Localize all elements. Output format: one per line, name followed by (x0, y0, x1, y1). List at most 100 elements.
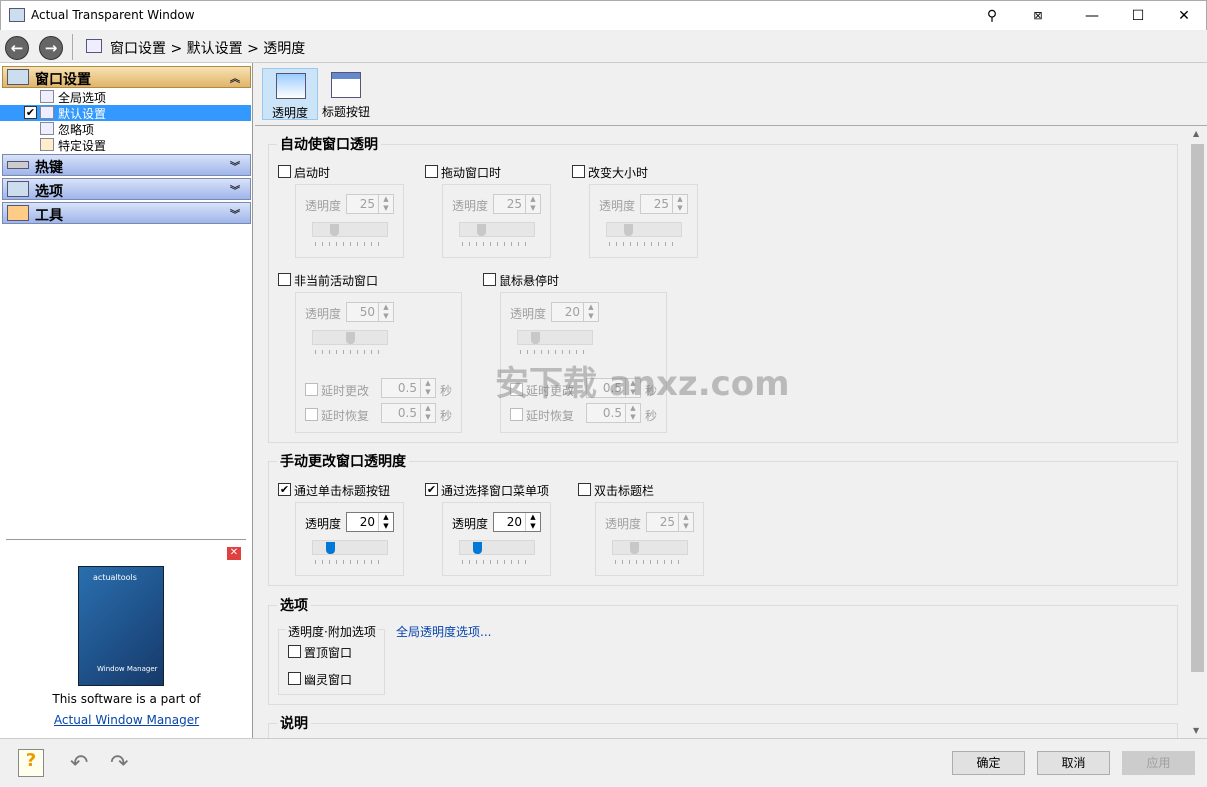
slider-thumb[interactable] (630, 542, 639, 554)
forward-button[interactable]: → (39, 36, 63, 60)
tree-item-default-settings[interactable]: ✔ 默认设置 (0, 105, 251, 121)
auto-4-label: 鼠标悬停时 (499, 274, 560, 288)
undo-icon[interactable]: ↶ (70, 751, 88, 776)
stay-on-top-icon[interactable]: ⊠ (1015, 1, 1061, 31)
transparency-slider[interactable] (312, 222, 388, 237)
slider-ticks (315, 560, 385, 564)
transparency-slider[interactable] (606, 222, 682, 237)
tree-item-global-options[interactable]: 全局选项 (0, 89, 251, 105)
transparency-slider[interactable] (459, 540, 535, 555)
transparency-spinner[interactable]: 25 ▲ ▼ (640, 194, 688, 214)
chevron-down-icon[interactable]: ︾ (230, 158, 240, 173)
slider-thumb[interactable] (477, 224, 486, 236)
spin-arrows-icon[interactable]: ▲ ▼ (525, 195, 540, 213)
minimize-button[interactable]: — (1069, 1, 1115, 31)
tab-transparency[interactable]: 透明度 (262, 68, 318, 120)
seconds-unit: 秒 (645, 409, 658, 423)
tree-item-specific-settings[interactable]: 特定设置 (0, 137, 251, 153)
slider-thumb[interactable] (624, 224, 633, 236)
manual-1-checkbox[interactable]: ✔ (425, 483, 438, 496)
cancel-button[interactable]: 取消 (1037, 751, 1110, 775)
scroll-down-arrow[interactable]: ▼ (1193, 726, 1199, 735)
auto-2-checkbox[interactable] (572, 165, 585, 178)
promo-link[interactable]: Actual Window Manager (0, 713, 253, 727)
delay_restore-spinner[interactable]: 0.5 ▲ ▼ (586, 403, 641, 423)
ok-button[interactable]: 确定 (952, 751, 1025, 775)
redo-icon[interactable]: ↷ (110, 751, 128, 776)
transparency-spinner[interactable]: 25 ▲ ▼ (493, 194, 541, 214)
vertical-scrollbar[interactable]: ▲ ▼ (1189, 126, 1206, 738)
transparency-spinner[interactable]: 20 ▲ ▼ (346, 512, 394, 532)
transparency-slider[interactable] (459, 222, 535, 237)
close-promo-icon[interactable]: ✕ (227, 547, 241, 560)
section-label: 热键 (35, 160, 63, 176)
delay_restore-checkbox[interactable] (510, 408, 523, 421)
slider-thumb[interactable] (531, 332, 540, 344)
spin-arrows-icon[interactable]: ▲ ▼ (420, 379, 435, 397)
auto-3-checkbox[interactable] (278, 273, 291, 286)
spin-value: 20 (359, 515, 375, 529)
chevron-down-icon[interactable]: ︾ (230, 182, 240, 197)
spin-value: 0.5 (397, 381, 417, 395)
auto-0-checkbox[interactable] (278, 165, 291, 178)
group-title: 自动使窗口透明 (277, 134, 381, 154)
spin-arrows-icon[interactable]: ▲ ▼ (378, 513, 393, 531)
box-title: Window Manager (97, 665, 158, 673)
pin-icon[interactable]: ⚲ (969, 1, 1015, 31)
ghost-window-checkbox[interactable] (288, 672, 301, 685)
spin-arrows-icon[interactable]: ▲ ▼ (583, 303, 598, 321)
transparency-slider[interactable] (312, 330, 388, 345)
delay_restore-checkbox[interactable] (305, 408, 318, 421)
default-settings-checkbox[interactable]: ✔ (24, 106, 37, 119)
scroll-up-arrow[interactable]: ▲ (1193, 129, 1199, 138)
topmost-window-checkbox[interactable] (288, 645, 301, 658)
section-hotkeys[interactable]: 热键 ︾ (2, 154, 251, 176)
help-icon[interactable]: ? (18, 749, 44, 777)
transparency-label: 透明度 (305, 307, 342, 321)
spin-arrows-icon[interactable]: ▲ ▼ (672, 195, 687, 213)
transparency-spinner[interactable]: 50 ▲ ▼ (346, 302, 394, 322)
section-tools[interactable]: 工具 ︾ (2, 202, 251, 224)
apply-button[interactable]: 应用 (1122, 751, 1195, 775)
chevron-down-icon[interactable]: ︾ (230, 206, 240, 221)
transparency-slider[interactable] (517, 330, 593, 345)
transparency-spinner[interactable]: 20 ▲ ▼ (493, 512, 541, 532)
delay_restore-label: 延时恢复 (526, 409, 575, 423)
auto-4-checkbox[interactable] (483, 273, 496, 286)
slider-thumb[interactable] (326, 542, 335, 554)
delay_change-checkbox[interactable] (305, 383, 318, 396)
back-button[interactable]: ← (5, 36, 29, 60)
spin-arrows-icon[interactable]: ▲ ▼ (678, 513, 693, 531)
section-options[interactable]: 选项 ︾ (2, 178, 251, 200)
spin-arrows-icon[interactable]: ▲ ▼ (378, 195, 393, 213)
slider-thumb[interactable] (330, 224, 339, 236)
transparency-slider[interactable] (312, 540, 388, 555)
tab-title-buttons[interactable]: 标题按钮 (318, 68, 374, 120)
delay_change-spinner[interactable]: 0.5 ▲ ▼ (381, 378, 436, 398)
tree-item-exclusions[interactable]: 忽略项 (0, 121, 251, 137)
manual-0-checkbox[interactable]: ✔ (278, 483, 291, 496)
slider-ticks (462, 560, 532, 564)
transparency-spinner[interactable]: 25 ▲ ▼ (646, 512, 694, 532)
divider (6, 539, 246, 540)
scrollbar-thumb[interactable] (1191, 144, 1204, 672)
close-button[interactable]: ✕ (1161, 1, 1207, 31)
transparency-spinner[interactable]: 25 ▲ ▼ (346, 194, 394, 214)
spin-arrows-icon[interactable]: ▲ ▼ (525, 513, 540, 531)
spin-arrows-icon[interactable]: ▲ ▼ (420, 404, 435, 422)
delay_restore-spinner[interactable]: 0.5 ▲ ▼ (381, 403, 436, 423)
section-window-settings[interactable]: 窗口设置 ︽ (2, 66, 251, 88)
manual-2-checkbox[interactable] (578, 483, 591, 496)
maximize-button[interactable]: ☐ (1115, 1, 1161, 31)
chevron-up-icon[interactable]: ︽ (230, 70, 240, 85)
transparency-spinner[interactable]: 20 ▲ ▼ (551, 302, 599, 322)
transparency-label: 透明度 (452, 199, 489, 213)
transparency-label: 透明度 (605, 517, 642, 531)
auto-1-checkbox[interactable] (425, 165, 438, 178)
spin-arrows-icon[interactable]: ▲ ▼ (378, 303, 393, 321)
global-transparency-options-link[interactable]: 全局透明度选项... (396, 623, 491, 640)
slider-thumb[interactable] (473, 542, 482, 554)
slider-thumb[interactable] (346, 332, 355, 344)
transparency-slider[interactable] (612, 540, 688, 555)
spin-arrows-icon[interactable]: ▲ ▼ (625, 404, 640, 422)
